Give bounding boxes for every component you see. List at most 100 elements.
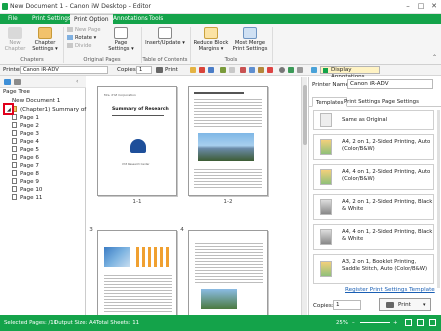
register-template-link[interactable]: Register Print Settings Template [345,287,435,293]
close-icon[interactable]: ✕ [429,2,439,10]
zoom-level: 25% [336,320,348,326]
insert-update-button[interactable]: Insert/Update ▾ [145,27,185,46]
fit-icon[interactable] [288,67,294,73]
chevron-down-icon: ▾ [423,302,426,308]
tab-tools[interactable]: Tools [145,14,167,24]
divide-button[interactable]: Divide [67,43,91,49]
tab-print-settings-panel[interactable]: Print Settings [341,97,383,107]
template-icon [320,113,332,127]
rotate-button[interactable]: Rotate ▾ [67,35,96,41]
annotation-icon[interactable] [311,67,317,73]
page-icon [12,186,17,192]
copies-input-panel[interactable]: 1 [333,300,361,310]
tab-file[interactable]: File [4,14,22,24]
window-title: New Document 1 - Canon iW Desktop - Edit… [10,3,152,10]
template-item[interactable]: A4, 4 on 1, 2-Sided Printing, Black & Wh… [313,224,434,250]
tree-page[interactable]: Page 6 [12,154,39,161]
copy-icon[interactable] [249,67,255,73]
tree-page[interactable]: Page 7 [12,162,39,169]
view-mode-icon[interactable] [405,319,412,326]
page-sub-text: XYZ Research Center [122,163,150,166]
page-settings-button[interactable]: Page Settings ▾ [108,27,134,52]
tab-print-option[interactable]: Print Option [70,14,113,24]
template-icon [320,229,332,245]
fit-width-icon[interactable] [429,319,436,326]
quick-toolbar: Printer Canon iR-ADV Copies 1 Print Disp… [0,65,441,80]
print-button-panel[interactable]: Print ▾ [379,298,431,311]
zoom-in-icon[interactable]: + [393,320,398,326]
page-thumbnail[interactable] [188,230,268,320]
save-icon[interactable] [208,67,214,73]
tools-group-label: Tools [224,57,238,63]
tree-view-icon[interactable] [14,79,21,85]
page-logo [130,139,146,153]
page-thumbnail[interactable] [97,230,177,320]
paste-icon[interactable] [258,67,264,73]
copies-input[interactable]: 1 [136,66,152,74]
printer-select[interactable]: Canon iR-ADV [20,66,108,74]
template-scrollbar[interactable] [437,110,440,288]
mail-icon[interactable] [190,67,196,73]
minimize-icon[interactable]: – [403,2,413,10]
tree-page[interactable]: Page 9 [12,178,39,185]
tab-page-settings[interactable]: Page Settings [379,97,422,107]
zoom-icon[interactable] [297,67,303,73]
scroll-thumb[interactable] [303,85,307,145]
delete-icon[interactable] [267,67,273,73]
canvas-scrollbar[interactable] [301,77,307,315]
tree-page[interactable]: Page 5 [12,146,39,153]
page-thumbnail[interactable]: Mrs. XYZ Corporation Summary of Research… [97,86,177,196]
template-item[interactable]: Same as Original [313,110,434,130]
new-page-button[interactable]: New Page [67,27,101,33]
tree-page[interactable]: Page 4 [12,138,39,145]
most-merge-print-settings-button[interactable]: Most Merge Print Settings [232,27,268,52]
collapse-ribbon-icon[interactable]: ⌃ [432,54,437,61]
pdf-icon[interactable] [199,67,205,73]
zoom-slider[interactable] [360,322,390,323]
template-icon [320,261,332,277]
template-item[interactable]: A4, 2 on 1, 2-Sided Printing, Black & Wh… [313,194,434,220]
tree-page[interactable]: Page 11 [12,194,42,201]
tab-print-settings[interactable]: Print Settings [28,14,75,24]
page-thumbnail[interactable] [188,86,268,196]
tree-page[interactable]: Page 8 [12,170,39,177]
selected-pages-status: Selected Pages: /11 [4,320,58,326]
print-icon[interactable] [156,67,163,73]
highlight-box [3,103,14,115]
print-settings-panel: Printer Name: Canon iR-ADV Templates Pri… [308,77,441,315]
template-item[interactable]: A3, 2 on 1, Booklet Printing, Saddle Sti… [313,254,434,284]
page-canvas[interactable]: Mrs. XYZ Corporation Summary of Research… [87,77,301,320]
template-icon [320,169,332,185]
maximize-icon[interactable]: □ [416,2,426,10]
tree-page[interactable]: Page 2 [12,122,39,129]
template-item[interactable]: A4, 2 on 1, 2-Sided Printing, Auto (Colo… [313,134,434,160]
reduce-block-margins-button[interactable]: Reduce Block Margins ▾ [193,27,229,52]
print-button[interactable]: Print [165,67,178,73]
tree-page[interactable]: Page 10 [12,186,42,193]
chapter-settings-icon [38,27,52,39]
merge-settings-icon [243,27,257,39]
reduce-margins-icon [204,27,218,39]
chapter-settings-button[interactable]: Chapter Settings ▾ [30,27,60,52]
printer-name-select[interactable]: Canon iR-ADV [347,79,433,89]
template-item[interactable]: A4, 4 on 1, 2-Sided Printing, Auto (Colo… [313,164,434,190]
zoom-out-icon[interactable]: – [352,320,355,326]
tree-add-icon[interactable] [4,79,11,85]
page-icon [12,138,17,144]
cut-icon[interactable] [240,67,246,73]
undo-icon[interactable] [220,67,226,73]
new-chapter-button[interactable]: New Chapter [4,27,26,52]
search-icon[interactable] [279,67,285,73]
fit-page-icon[interactable] [417,319,424,326]
text-lines [194,167,262,189]
tree-chapter[interactable]: (Chapter1) Summary of R [12,106,92,113]
page-tree-title: Page Tree [3,89,30,95]
redo-icon[interactable] [229,67,235,73]
tree-page[interactable]: Page 3 [12,130,39,137]
printer-label: Printer [3,67,22,73]
display-annotations-toggle[interactable]: Display Annotations [320,66,380,80]
tree-root[interactable]: New Document 1 [12,98,60,104]
tree-pin-icon[interactable]: ‹ [76,78,78,85]
tree-page[interactable]: Page 1 [12,114,39,121]
page-settings-icon [114,27,128,39]
